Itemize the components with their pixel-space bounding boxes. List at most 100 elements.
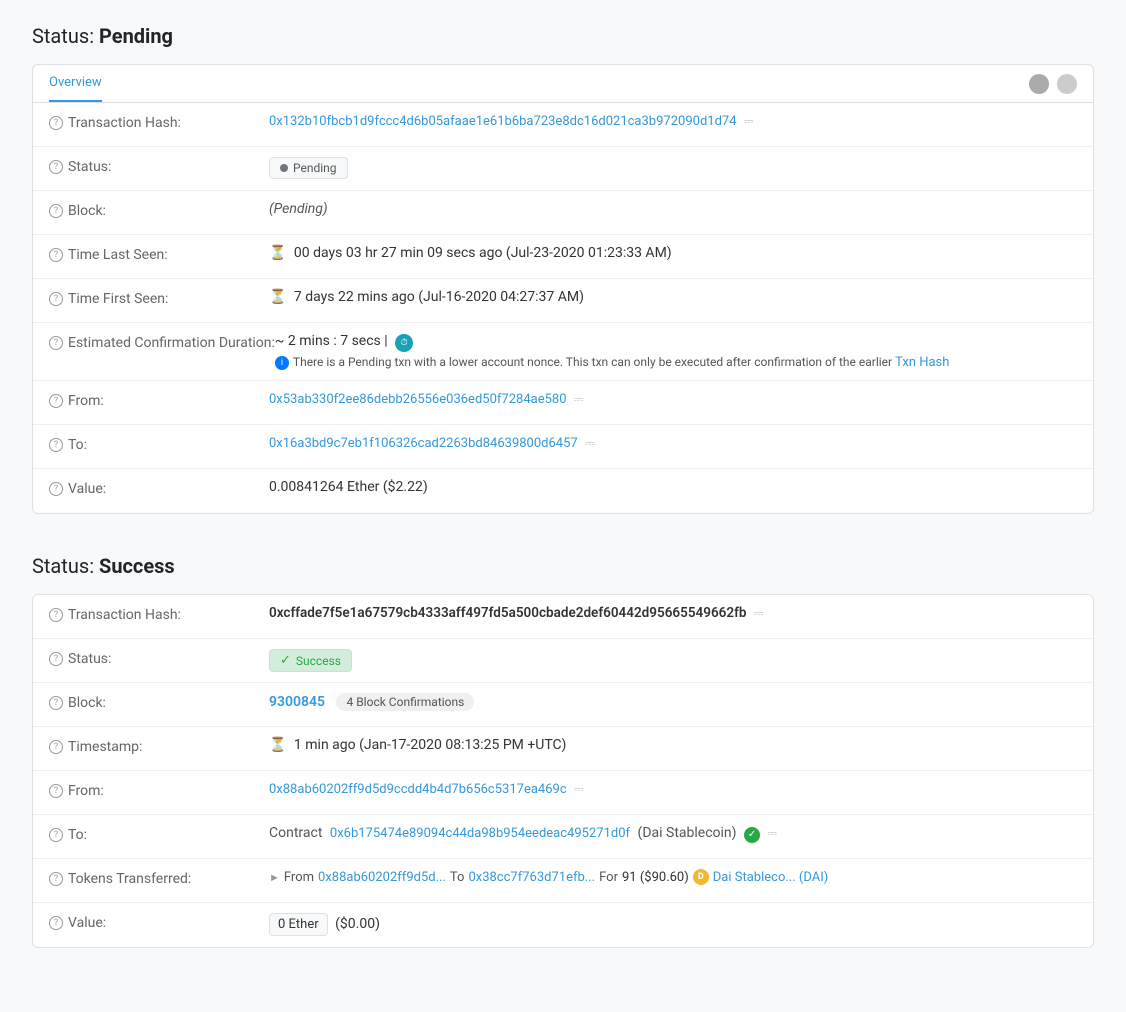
- tab-circle-2: [1057, 74, 1077, 94]
- info-dot: i: [275, 356, 289, 370]
- pending-tx-hash-label: ? Transaction Hash:: [49, 113, 269, 131]
- pending-tx-hash-link[interactable]: 0x132b10fbcb1d9fccc4d6b05afaae1e61b6ba72…: [269, 114, 737, 129]
- pending-time-first-seen-row: ? Time First Seen: ⏳ 7 days 22 mins ago …: [33, 279, 1093, 323]
- success-block-number[interactable]: 9300845: [269, 694, 325, 710]
- copy-success-tx-hash-icon[interactable]: ⎓: [754, 606, 764, 621]
- success-block-confirmations: 4 Block Confirmations: [336, 693, 474, 711]
- arrow-right-icon: ►: [269, 871, 280, 884]
- success-to-value: Contract 0x6b175474e89094c44da98b954eede…: [269, 825, 1077, 843]
- tokens-from-link[interactable]: 0x88ab60202ff9d5d...: [318, 870, 446, 885]
- success-to-contract-link[interactable]: 0x6b175474e89094c44da98b954eedeac495271d…: [330, 826, 630, 841]
- dai-badge: D Dai Stableco... (DAI): [693, 869, 829, 885]
- help-icon-success-block[interactable]: ?: [49, 696, 63, 710]
- success-section-title: Status: Success: [32, 554, 1094, 578]
- verified-check-icon: ✓: [744, 827, 760, 843]
- success-value-amount: 0 Ether ($0.00): [269, 913, 1077, 936]
- help-icon-tx-hash[interactable]: ?: [49, 116, 63, 130]
- tokens-amount: 91 ($90.60): [622, 870, 689, 885]
- success-to-label: ? To:: [49, 825, 269, 843]
- copy-success-to-icon[interactable]: ⎓: [768, 826, 778, 841]
- success-from-link[interactable]: 0x88ab60202ff9d5d9ccdd4b4d7b656c5317ea46…: [269, 782, 567, 797]
- success-tokens-label: ? Tokens Transferred:: [49, 869, 269, 887]
- pending-from-value: 0x53ab330f2ee86debb26556e036ed50f7284ae5…: [269, 391, 1077, 407]
- success-from-label: ? From:: [49, 781, 269, 799]
- pending-tx-hash-value: 0x132b10fbcb1d9fccc4d6b05afaae1e61b6ba72…: [269, 113, 1077, 129]
- success-timestamp-row: ? Timestamp: ⏳ 1 min ago (Jan-17-2020 08…: [33, 727, 1093, 771]
- pending-to-link[interactable]: 0x16a3bd9c7eb1f106326cad2263bd84639800d6…: [269, 436, 578, 451]
- help-icon-success-value[interactable]: ?: [49, 916, 63, 930]
- success-to-row: ? To: Contract 0x6b175474e89094c44da98b9…: [33, 815, 1093, 859]
- success-value-ether: 0 Ether: [269, 913, 328, 936]
- success-timestamp-label: ? Timestamp:: [49, 737, 269, 755]
- help-icon-success-from[interactable]: ?: [49, 784, 63, 798]
- pending-section-title: Status: Pending: [32, 24, 1094, 48]
- timer-icon[interactable]: ⏱: [395, 334, 413, 352]
- pending-value-label: ? Value:: [49, 479, 269, 497]
- help-icon-from[interactable]: ?: [49, 394, 63, 408]
- pending-time-first-seen-value: ⏳ 7 days 22 mins ago (Jul-16-2020 04:27:…: [269, 289, 1077, 305]
- success-block-row: ? Block: 9300845 4 Block Confirmations: [33, 683, 1093, 727]
- help-icon-value[interactable]: ?: [49, 482, 63, 496]
- success-contract-label: Contract: [269, 825, 322, 841]
- success-status-value: Success: [99, 554, 175, 578]
- txn-hash-link[interactable]: Txn Hash: [895, 355, 949, 370]
- help-icon-time-last[interactable]: ?: [49, 248, 63, 262]
- pending-from-link[interactable]: 0x53ab330f2ee86debb26556e036ed50f7284ae5…: [269, 392, 567, 407]
- pending-status-prefix: Status:: [32, 24, 94, 48]
- pending-status-label: ? Status:: [49, 157, 269, 175]
- success-value-row: ? Value: 0 Ether ($0.00): [33, 903, 1093, 947]
- tab-circle-1: [1029, 74, 1049, 94]
- help-icon-to[interactable]: ?: [49, 438, 63, 452]
- success-tx-hash-label: ? Transaction Hash:: [49, 605, 269, 623]
- pending-card: Overview ? Transaction Hash: 0x132b10fbc…: [32, 64, 1094, 514]
- pending-to-row: ? To: 0x16a3bd9c7eb1f106326cad2263bd8463…: [33, 425, 1093, 469]
- help-icon-success-timestamp[interactable]: ?: [49, 740, 63, 754]
- pending-status-badge-container: Pending: [269, 157, 1077, 179]
- success-from-row: ? From: 0x88ab60202ff9d5d9ccdd4b4d7b656c…: [33, 771, 1093, 815]
- success-value-label: ? Value:: [49, 913, 269, 931]
- pending-block-row: ? Block: (Pending): [33, 191, 1093, 235]
- success-from-value: 0x88ab60202ff9d5d9ccdd4b4d7b656c5317ea46…: [269, 781, 1077, 797]
- help-icon-est-confirm[interactable]: ?: [49, 336, 63, 350]
- dai-coin-icon: D: [693, 869, 709, 885]
- help-icon-time-first[interactable]: ?: [49, 292, 63, 306]
- success-block-value: 9300845 4 Block Confirmations: [269, 693, 1077, 711]
- pending-dot: [280, 164, 288, 172]
- pending-est-confirm-label: ? Estimated Confirmation Duration:: [49, 333, 275, 351]
- pending-value-amount: 0.00841264 Ether ($2.22): [269, 479, 1077, 495]
- pending-est-confirm-row: ? Estimated Confirmation Duration: ~ 2 m…: [33, 323, 1093, 381]
- success-card: ? Transaction Hash: 0xcffade7f5e1a67579c…: [32, 594, 1094, 948]
- token-transfer-details: ► From 0x88ab60202ff9d5d... To 0x38cc7f7…: [269, 869, 1077, 885]
- tab-icons: [1029, 74, 1077, 94]
- copy-tx-hash-icon[interactable]: ⎓: [744, 114, 754, 129]
- pending-card-tabs: Overview: [33, 65, 1093, 103]
- pending-from-label: ? From:: [49, 391, 269, 409]
- copy-to-icon[interactable]: ⎓: [585, 436, 595, 451]
- success-status-badge-container: ✓ Success: [269, 649, 1077, 672]
- pending-to-value: 0x16a3bd9c7eb1f106326cad2263bd84639800d6…: [269, 435, 1077, 451]
- help-icon-success-tx-hash[interactable]: ?: [49, 608, 63, 622]
- pending-block-value: (Pending): [269, 201, 1077, 217]
- pending-value-row: ? Value: 0.00841264 Ether ($2.22): [33, 469, 1093, 513]
- success-tx-hash-text: 0xcffade7f5e1a67579cb4333aff497fd5a500cb…: [269, 605, 747, 621]
- success-contract-name: (Dai Stablecoin): [638, 825, 737, 841]
- pending-status-value: Pending: [99, 24, 173, 48]
- success-tx-hash-row: ? Transaction Hash: 0xcffade7f5e1a67579c…: [33, 595, 1093, 639]
- clock-icon-first: ⏳: [269, 289, 286, 305]
- pending-time-last-seen-row: ? Time Last Seen: ⏳ 00 days 03 hr 27 min…: [33, 235, 1093, 279]
- help-icon-success-status[interactable]: ?: [49, 652, 63, 666]
- pending-est-confirm-value: ~ 2 mins : 7 secs | ⏱ i There is a Pendi…: [275, 333, 1077, 370]
- tab-overview[interactable]: Overview: [49, 65, 102, 102]
- help-icon-tokens[interactable]: ?: [49, 872, 63, 886]
- tokens-to-link[interactable]: 0x38cc7f763d71efb...: [468, 870, 595, 885]
- pending-time-last-seen-value: ⏳ 00 days 03 hr 27 min 09 secs ago (Jul-…: [269, 245, 1077, 261]
- success-status-prefix: Status:: [32, 554, 94, 578]
- help-icon-block[interactable]: ?: [49, 204, 63, 218]
- help-icon-success-to[interactable]: ?: [49, 828, 63, 842]
- copy-from-icon[interactable]: ⎓: [574, 392, 584, 407]
- copy-success-from-icon[interactable]: ⎓: [574, 782, 584, 797]
- dai-link[interactable]: Dai Stableco... (DAI): [713, 870, 829, 885]
- help-icon-status[interactable]: ?: [49, 160, 63, 174]
- success-status-badge: ✓ Success: [269, 649, 352, 672]
- pending-block-label: ? Block:: [49, 201, 269, 219]
